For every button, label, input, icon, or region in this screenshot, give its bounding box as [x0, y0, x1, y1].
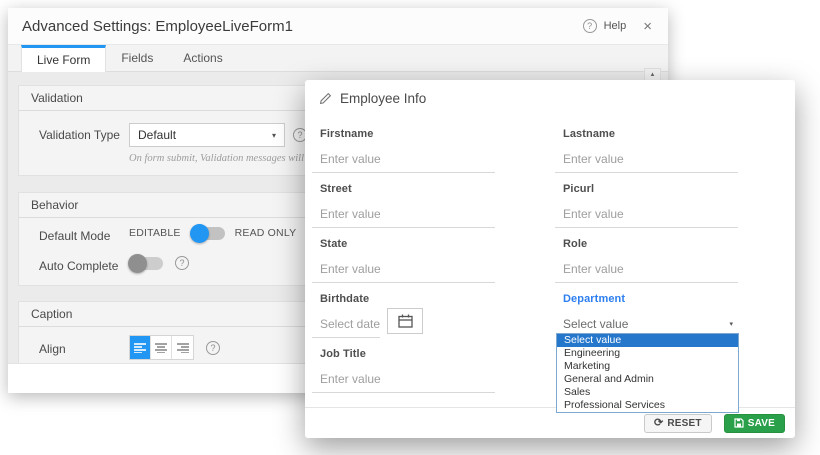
lastname-input[interactable]: [555, 152, 738, 173]
dropdown-option[interactable]: Select value: [557, 334, 738, 347]
field-firstname: Firstname: [312, 128, 495, 173]
field-birthdate: Birthdate: [312, 293, 495, 338]
department-select[interactable]: Select value ▾: [555, 317, 738, 331]
tab-fields[interactable]: Fields: [106, 45, 168, 71]
firstname-input[interactable]: [312, 152, 495, 173]
form-title-row: Employee Info: [319, 91, 426, 106]
field-street: Street: [312, 183, 495, 228]
help-circle-icon[interactable]: ?: [583, 19, 597, 33]
form-title: Employee Info: [340, 91, 426, 106]
default-mode-label: Default Mode: [39, 229, 110, 243]
auto-complete-help-icon[interactable]: ?: [175, 256, 189, 270]
field-label: Firstname: [312, 128, 495, 140]
validation-type-select[interactable]: Default ▾: [129, 123, 285, 147]
field-label: Street: [312, 183, 495, 195]
field-lastname: Lastname: [555, 128, 738, 173]
dropdown-option[interactable]: Engineering: [557, 347, 738, 360]
field-picurl: Picurl: [555, 183, 738, 228]
field-role: Role: [555, 238, 738, 283]
save-floppy-icon: [734, 418, 744, 428]
align-left-button[interactable]: [130, 336, 151, 359]
street-input[interactable]: [312, 207, 495, 228]
dialog-header: Advanced Settings: EmployeeLiveForm1 ? H…: [8, 8, 668, 45]
calendar-icon: [398, 314, 413, 328]
dialog-title: Advanced Settings: EmployeeLiveForm1: [22, 18, 583, 35]
state-input[interactable]: [312, 262, 495, 283]
screen: Advanced Settings: EmployeeLiveForm1 ? H…: [0, 0, 820, 455]
reset-button[interactable]: ⟳ RESET: [644, 414, 712, 433]
role-input[interactable]: [555, 262, 738, 283]
pencil-edit-icon: [319, 92, 332, 105]
job-title-input[interactable]: [312, 372, 495, 393]
refresh-icon: ⟳: [654, 418, 663, 429]
field-job-title: Job Title: [312, 348, 495, 393]
tab-live-form[interactable]: Live Form: [21, 45, 106, 72]
dropdown-option[interactable]: Professional Services: [557, 399, 738, 412]
settings-tabbar: Live Form Fields Actions: [8, 45, 668, 72]
field-label: Role: [555, 238, 738, 250]
chevron-down-icon: ▾: [272, 131, 276, 140]
help-link[interactable]: Help: [604, 20, 627, 32]
close-icon[interactable]: ×: [643, 18, 652, 35]
editable-option-label: EDITABLE: [129, 227, 181, 239]
dropdown-option[interactable]: General and Admin: [557, 373, 738, 386]
auto-complete-toggle[interactable]: [129, 257, 163, 270]
employee-info-form: Employee Info Firstname Lastname Street …: [305, 80, 795, 438]
toggle-knob: [128, 254, 147, 273]
field-label: Department: [555, 293, 738, 305]
department-select-value: Select value: [563, 317, 628, 331]
department-dropdown-list: Select value Engineering Marketing Gener…: [556, 333, 739, 413]
reset-button-label: RESET: [667, 418, 701, 429]
field-department: Department Select value ▾: [555, 293, 738, 333]
align-label: Align: [39, 342, 66, 356]
auto-complete-label: Auto Complete: [39, 259, 118, 273]
save-button-label: SAVE: [748, 418, 775, 429]
chevron-down-icon: ▾: [729, 320, 733, 328]
validation-type-label: Validation Type: [39, 128, 120, 142]
picurl-input[interactable]: [555, 207, 738, 228]
validation-type-value: Default: [138, 128, 176, 142]
tab-actions[interactable]: Actions: [168, 45, 237, 71]
dropdown-option[interactable]: Marketing: [557, 360, 738, 373]
read-only-option-label: READ ONLY: [235, 227, 297, 239]
save-button[interactable]: SAVE: [724, 414, 785, 433]
default-mode-toggle[interactable]: [191, 227, 225, 240]
align-button-group: [129, 335, 194, 360]
field-label: Job Title: [312, 348, 495, 360]
align-help-icon[interactable]: ?: [206, 341, 220, 355]
align-right-button[interactable]: [172, 336, 193, 359]
calendar-button[interactable]: [387, 308, 423, 334]
scroll-up-icon: ▲: [650, 72, 656, 78]
toggle-knob: [190, 224, 209, 243]
field-label: Picurl: [555, 183, 738, 195]
field-label: Lastname: [555, 128, 738, 140]
align-center-button[interactable]: [151, 336, 172, 359]
field-label: State: [312, 238, 495, 250]
dropdown-option[interactable]: Sales: [557, 386, 738, 399]
field-label: Birthdate: [312, 293, 495, 305]
birthdate-input[interactable]: [312, 317, 380, 338]
field-state: State: [312, 238, 495, 283]
